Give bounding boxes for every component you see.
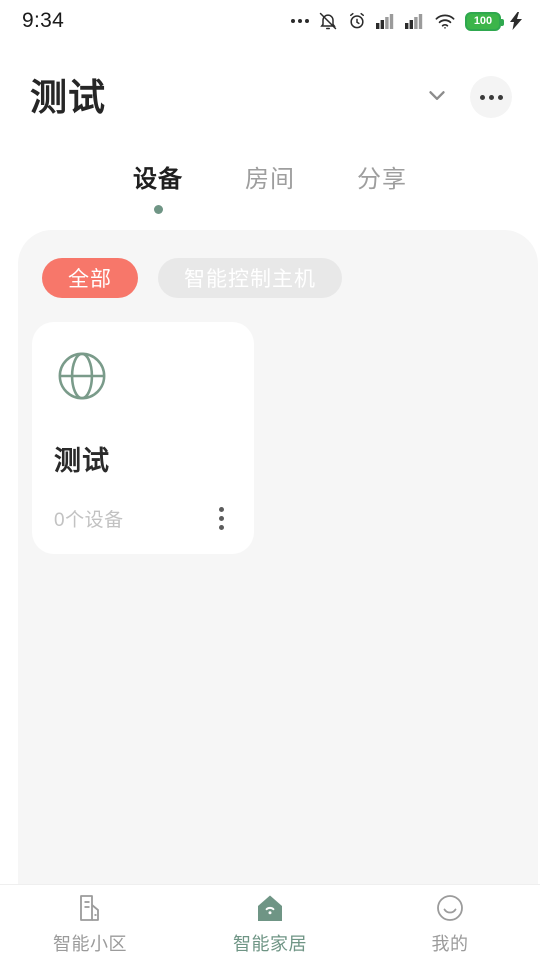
tab-devices[interactable]: 设备 [128,166,188,214]
content-area: 全部 智能控制主机 测试 0个设备 [0,230,540,884]
filter-chip-smart-hub[interactable]: 智能控制主机 [158,258,342,298]
device-card[interactable]: 测试 0个设备 [32,322,254,554]
tab-rooms-label: 房间 [245,166,295,193]
status-time: 9:34 [22,9,65,32]
alarm-clock-icon [347,11,367,31]
wifi-icon [434,12,456,30]
nav-item-profile[interactable]: 我的 [360,885,540,960]
tab-devices-label: 设备 [133,166,183,193]
app-screen: 9:34 100 测试 设备 房间 分享 全部 智能控制主机 测试 0个设备 智… [0,0,540,960]
signal-bars-icon [376,13,396,29]
signal-bars-icon [405,13,425,29]
device-card-grid: 测试 0个设备 [18,298,538,554]
bottom-navigation: 智能小区 智能家居 我的 [0,884,540,960]
page-header: 测试 [0,42,540,152]
nav-item-community-label: 智能小区 [53,934,127,954]
page-title: 测试 [30,76,106,118]
nav-item-community[interactable]: 智能小区 [0,885,180,960]
more-dots-icon [291,19,309,23]
tab-rooms[interactable]: 房间 [240,166,300,214]
status-icon-group: 100 [291,11,522,31]
more-options-button[interactable] [470,76,512,118]
tab-share[interactable]: 分享 [352,166,412,214]
charging-bolt-icon [510,12,522,30]
device-card-footer: 0个设备 [54,503,232,534]
more-horizontal-icon [479,94,503,100]
battery-level-label: 100 [473,14,493,27]
tab-active-indicator [153,204,163,214]
home-wifi-icon [254,892,286,929]
device-card-title: 测试 [54,446,110,476]
nav-item-smart-home[interactable]: 智能家居 [180,885,360,960]
nav-item-profile-label: 我的 [431,934,469,954]
globe-icon [54,348,232,409]
device-card-menu-button[interactable] [211,503,232,534]
home-switch-button[interactable] [420,80,454,114]
smiley-face-icon [434,892,466,929]
header-actions [420,76,512,118]
tab-share-label: 分享 [357,166,407,193]
tab-inactive-indicator [378,205,387,214]
battery-icon: 100 [465,11,504,31]
bell-muted-icon [318,11,338,31]
device-card-subtitle: 0个设备 [54,510,124,531]
tab-inactive-indicator [266,205,275,214]
chevron-down-icon [424,82,450,113]
nav-item-smart-home-label: 智能家居 [233,934,307,954]
status-bar: 9:34 100 [0,0,540,42]
device-panel: 全部 智能控制主机 测试 0个设备 [18,230,538,884]
filter-chip-bar: 全部 智能控制主机 [18,258,538,298]
tab-bar: 设备 房间 分享 [0,152,540,230]
filter-chip-all[interactable]: 全部 [42,258,138,298]
building-icon [74,892,106,929]
